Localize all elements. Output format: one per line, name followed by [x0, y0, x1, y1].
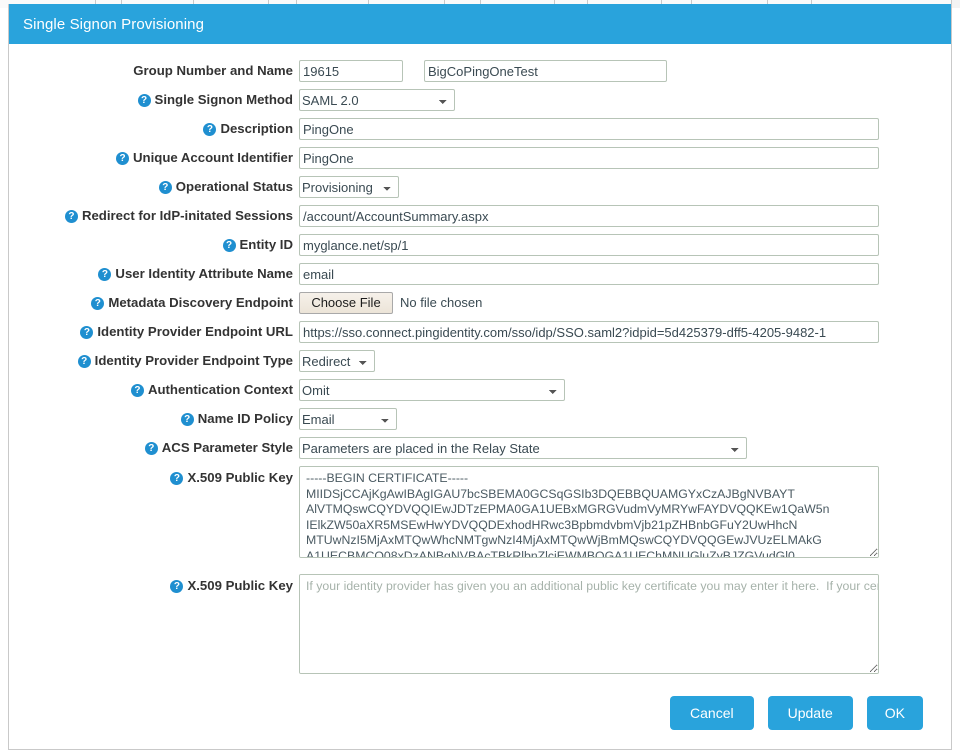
field-row-public-key-secondary: ? X.509 Public Key	[9, 574, 951, 674]
label-name-id-policy: ? Name ID Policy	[9, 408, 299, 430]
field-row-group: Group Number and Name	[9, 60, 951, 82]
file-chosen-status: No file chosen	[400, 292, 482, 314]
help-icon[interactable]: ?	[181, 413, 194, 426]
label-text: Authentication Context	[148, 382, 293, 397]
redirect-idp-input[interactable]	[299, 205, 879, 227]
field-row-idp-endpoint-type: ? Identity Provider Endpoint Type Redirec…	[9, 350, 951, 372]
label-text: User Identity Attribute Name	[115, 266, 293, 281]
choose-file-button[interactable]: Choose File	[299, 292, 393, 314]
help-icon[interactable]: ?	[145, 442, 158, 455]
label-text: Description	[220, 121, 293, 136]
x509-public-key-primary-textarea[interactable]: -----BEGIN CERTIFICATE----- MIIDSjCCAjKg…	[299, 466, 879, 558]
help-icon[interactable]: ?	[159, 181, 172, 194]
field-row-user-identity-attribute: ? User Identity Attribute Name	[9, 263, 951, 285]
entity-id-input[interactable]	[299, 234, 879, 256]
label-text: Entity ID	[240, 237, 293, 252]
label-text: Name ID Policy	[198, 411, 293, 426]
acs-parameter-style-select[interactable]: Parameters are placed in the Relay State	[299, 437, 747, 459]
label-text: Unique Account Identifier	[133, 150, 293, 165]
label-text: X.509 Public Key	[187, 578, 293, 593]
operational-status-select[interactable]: Provisioning	[299, 176, 399, 198]
user-identity-attribute-input[interactable]	[299, 263, 879, 285]
help-icon[interactable]: ?	[80, 326, 93, 339]
field-row-operational-status: ? Operational Status Provisioning	[9, 176, 951, 198]
cancel-button[interactable]: Cancel	[670, 696, 754, 730]
label-x509-public-key-primary: ? X.509 Public Key	[9, 466, 299, 488]
help-icon[interactable]: ?	[170, 472, 183, 485]
dialog-button-bar: Cancel Update OK	[670, 696, 923, 730]
help-icon[interactable]: ?	[65, 210, 78, 223]
page-title: Single Signon Provisioning	[23, 16, 204, 33]
help-icon[interactable]: ?	[203, 123, 216, 136]
label-text: Redirect for IdP-initated Sessions	[82, 208, 293, 223]
label-text: Identity Provider Endpoint URL	[97, 324, 293, 339]
help-icon[interactable]: ?	[98, 268, 111, 281]
signon-method-select[interactable]: SAML 2.0	[299, 89, 455, 111]
field-row-authentication-context: ? Authentication Context Omit	[9, 379, 951, 401]
field-row-signon-method: ? Single Signon Method SAML 2.0	[9, 89, 951, 111]
label-entity-id: ? Entity ID	[9, 234, 299, 256]
help-icon[interactable]: ?	[116, 152, 129, 165]
idp-endpoint-type-select[interactable]: Redirect	[299, 350, 375, 372]
label-authentication-context: ? Authentication Context	[9, 379, 299, 401]
group-name-input[interactable]	[424, 60, 667, 82]
authentication-context-select[interactable]: Omit	[299, 379, 565, 401]
ok-button[interactable]: OK	[867, 696, 923, 730]
label-group-number-and-name: Group Number and Name	[9, 60, 299, 82]
help-icon[interactable]: ?	[138, 94, 151, 107]
help-icon[interactable]: ?	[91, 297, 104, 310]
field-row-metadata-discovery: ? Metadata Discovery Endpoint Choose File…	[9, 292, 951, 314]
label-description: ? Description	[9, 118, 299, 140]
dialog-body: Group Number and Name ? Single Signon Met…	[9, 44, 951, 750]
label-user-identity-attribute-name: ? User Identity Attribute Name	[9, 263, 299, 285]
dialog-header: Single Signon Provisioning	[9, 4, 951, 44]
label-x509-public-key-secondary: ? X.509 Public Key	[9, 574, 299, 596]
label-identity-provider-endpoint-url: ? Identity Provider Endpoint URL	[9, 321, 299, 343]
label-unique-account-identifier: ? Unique Account Identifier	[9, 147, 299, 169]
field-row-unique-account-identifier: ? Unique Account Identifier	[9, 147, 951, 169]
label-text: X.509 Public Key	[187, 470, 293, 485]
unique-account-identifier-input[interactable]	[299, 147, 879, 169]
label-text: ACS Parameter Style	[162, 440, 293, 455]
update-button[interactable]: Update	[768, 696, 853, 730]
idp-endpoint-url-input[interactable]	[299, 321, 879, 343]
field-row-public-key-primary: ? X.509 Public Key -----BEGIN CERTIFICATE…	[9, 466, 951, 558]
help-icon[interactable]: ?	[78, 355, 91, 368]
help-icon[interactable]: ?	[223, 239, 236, 252]
single-signon-provisioning-dialog: Single Signon Provisioning Group Number …	[8, 4, 952, 750]
field-row-acs-parameter-style: ? ACS Parameter Style Parameters are plac…	[9, 437, 951, 459]
name-id-policy-select[interactable]: Email	[299, 408, 397, 430]
label-operational-status: ? Operational Status	[9, 176, 299, 198]
label-text: Operational Status	[176, 179, 293, 194]
field-row-name-id-policy: ? Name ID Policy Email	[9, 408, 951, 430]
label-text: Single Signon Method	[155, 92, 293, 107]
label-single-signon-method: ? Single Signon Method	[9, 89, 299, 111]
label-text: Metadata Discovery Endpoint	[108, 295, 293, 310]
label-acs-parameter-style: ? ACS Parameter Style	[9, 437, 299, 459]
field-row-description: ? Description	[9, 118, 951, 140]
label-identity-provider-endpoint-type: ? Identity Provider Endpoint Type	[9, 350, 299, 372]
field-row-redirect-idp: ? Redirect for IdP-initated Sessions	[9, 205, 951, 227]
help-icon[interactable]: ?	[131, 384, 144, 397]
group-number-input[interactable]	[299, 60, 403, 82]
help-icon[interactable]: ?	[170, 580, 183, 593]
label-text: Group Number and Name	[133, 63, 293, 78]
label-metadata-discovery-endpoint: ? Metadata Discovery Endpoint	[9, 292, 299, 314]
label-redirect-idp-initiated-sessions: ? Redirect for IdP-initated Sessions	[9, 205, 299, 227]
x509-public-key-secondary-textarea[interactable]	[299, 574, 879, 674]
field-row-idp-endpoint-url: ? Identity Provider Endpoint URL	[9, 321, 951, 343]
label-text: Identity Provider Endpoint Type	[95, 353, 293, 368]
field-row-entity-id: ? Entity ID	[9, 234, 951, 256]
description-input[interactable]	[299, 118, 879, 140]
